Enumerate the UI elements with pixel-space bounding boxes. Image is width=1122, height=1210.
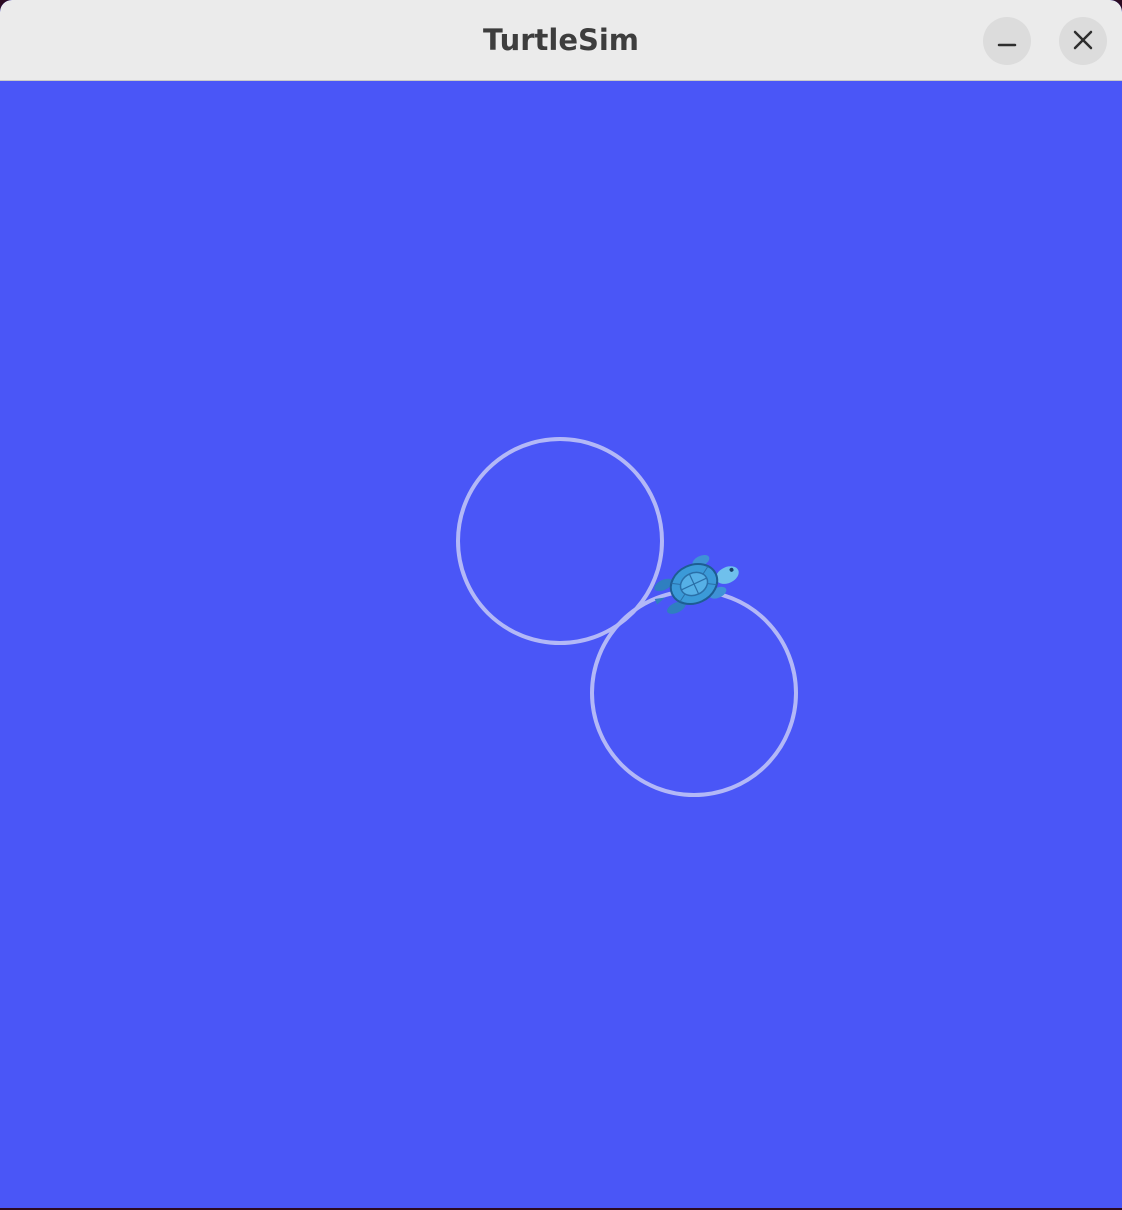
drawing-surface bbox=[456, 437, 798, 797]
window-title: TurtleSim bbox=[482, 23, 640, 57]
trail-circle-lower bbox=[590, 589, 798, 797]
minimize-icon bbox=[997, 43, 1017, 47]
close-icon bbox=[1073, 30, 1093, 50]
title-bar[interactable]: TurtleSim bbox=[0, 0, 1122, 81]
turtlesim-window: TurtleSim bbox=[0, 0, 1122, 1208]
simulation-canvas bbox=[0, 81, 1122, 1208]
minimize-button[interactable] bbox=[983, 17, 1031, 65]
close-button[interactable] bbox=[1059, 17, 1107, 65]
